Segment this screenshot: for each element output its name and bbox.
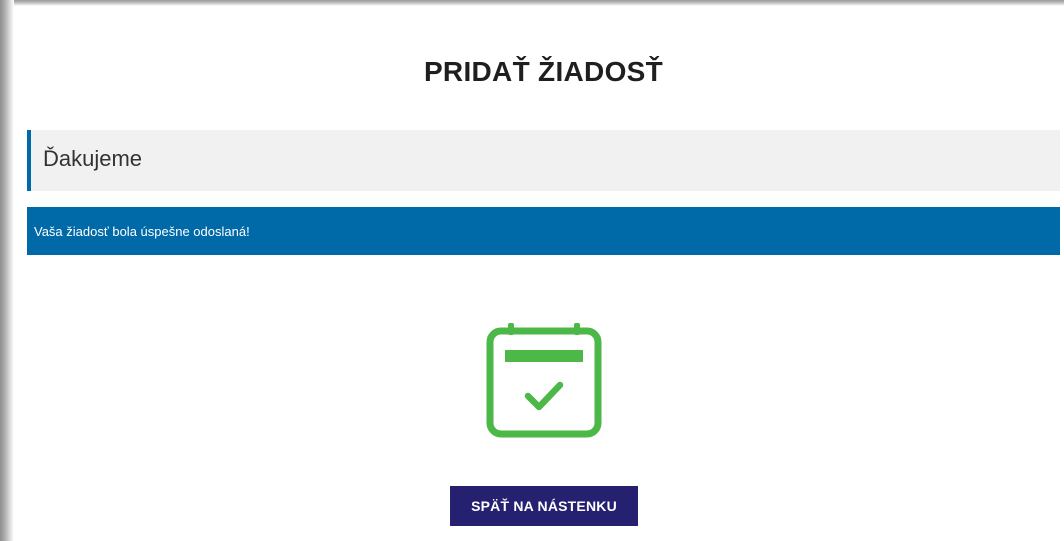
calendar-check-icon — [486, 323, 602, 438]
back-to-dashboard-button[interactable]: SPÄŤ NA NÁSTENKU — [450, 486, 638, 526]
window-shadow-top — [0, 0, 1064, 6]
page-title: PRIDAŤ ŽIADOSŤ — [423, 56, 664, 87]
thanks-heading: Ďakujeme — [43, 146, 143, 171]
thanks-panel: Ďakujeme — [27, 130, 1060, 191]
success-message-text: Vaša žiadosť bola úspešne odoslaná! — [34, 224, 250, 239]
success-message-bar: Vaša žiadosť bola úspešne odoslaná! — [27, 207, 1060, 255]
page-frame: PRIDAŤ ŽIADOSŤ Ďakujeme Vaša žiadosť bol… — [0, 0, 1064, 541]
window-shadow-left — [0, 0, 14, 541]
